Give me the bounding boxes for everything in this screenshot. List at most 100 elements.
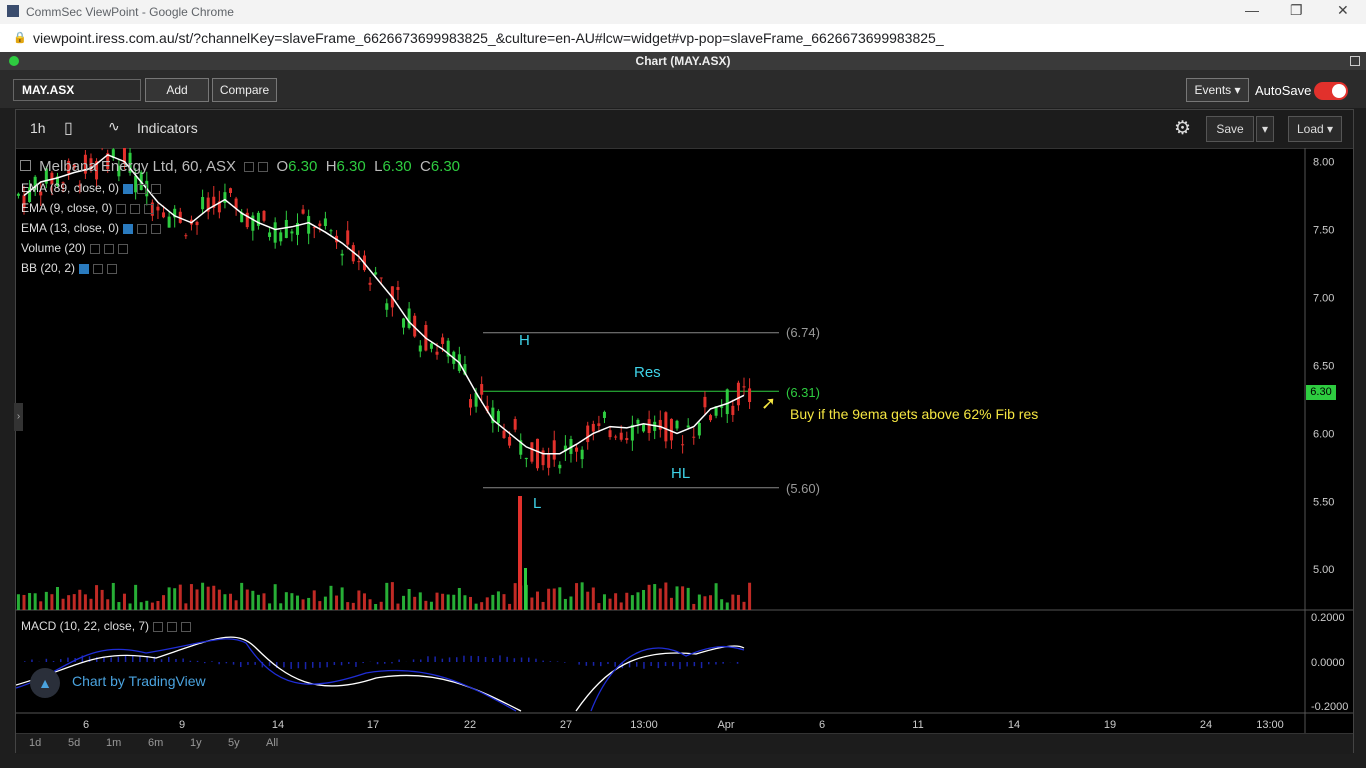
volume-bar bbox=[290, 593, 294, 610]
volume-bar bbox=[480, 602, 484, 610]
candle-body bbox=[502, 430, 506, 438]
volume-bar bbox=[262, 593, 266, 610]
study-ema13[interactable]: EMA (13, close, 0) bbox=[21, 221, 162, 235]
macd-histogram-bar bbox=[578, 662, 580, 665]
volume-bar bbox=[407, 589, 411, 610]
candle-body bbox=[636, 419, 640, 424]
gear-icon[interactable]: ⚙ bbox=[1174, 117, 1191, 140]
eye-icon[interactable] bbox=[79, 263, 90, 274]
settings-icon[interactable] bbox=[258, 162, 269, 173]
close-icon[interactable] bbox=[181, 621, 192, 632]
study-volume[interactable]: Volume (20) bbox=[21, 241, 128, 255]
study-ema9[interactable]: EMA (9, close, 0) bbox=[21, 201, 155, 215]
eye-icon[interactable] bbox=[153, 621, 164, 632]
candle-body bbox=[513, 419, 517, 430]
volume-bar bbox=[379, 601, 383, 610]
macd-histogram-bar bbox=[225, 662, 228, 664]
symbol-input[interactable]: MAY.ASX bbox=[13, 79, 141, 101]
volume-bar bbox=[575, 583, 579, 610]
settings-icon[interactable] bbox=[103, 243, 114, 254]
arrow-icon: ➚ bbox=[761, 393, 777, 413]
study-ema89[interactable]: EMA (89, close, 0) bbox=[21, 181, 162, 195]
volume-bar bbox=[357, 590, 361, 610]
address-bar[interactable]: 🔒 viewpoint.iress.com.au/st/?channelKey=… bbox=[0, 24, 1366, 53]
macd-histogram-bar bbox=[607, 662, 609, 665]
candle-body bbox=[731, 405, 735, 415]
macd-histogram-bar bbox=[412, 659, 415, 662]
study-macd[interactable]: MACD (10, 22, close, 7) bbox=[21, 619, 192, 633]
eye-icon[interactable] bbox=[123, 223, 134, 234]
save-options-chevron-icon[interactable]: ▾ bbox=[1256, 116, 1274, 142]
interval-button[interactable]: 1h bbox=[30, 120, 46, 136]
range-button-1d[interactable]: 1d bbox=[29, 737, 41, 749]
candle-body bbox=[156, 206, 160, 211]
close-icon[interactable] bbox=[107, 263, 118, 274]
minimize-icon[interactable]: — bbox=[1245, 2, 1259, 18]
range-button-5y[interactable]: 5y bbox=[228, 737, 240, 749]
settings-icon[interactable] bbox=[130, 203, 141, 214]
candle-body bbox=[524, 457, 528, 460]
restore-icon[interactable]: ❐ bbox=[1290, 2, 1303, 19]
range-button-6m[interactable]: 6m bbox=[148, 737, 163, 749]
macd-histogram-bar bbox=[715, 662, 717, 665]
range-button-1m[interactable]: 1m bbox=[106, 737, 121, 749]
macd-histogram-bar bbox=[643, 662, 645, 669]
range-button-all[interactable]: All bbox=[266, 737, 278, 749]
last-price-tag: 6.30 bbox=[1306, 385, 1336, 400]
study-label: EMA (89, close, 0) bbox=[21, 181, 120, 195]
events-dropdown[interactable]: Events ▾ bbox=[1186, 78, 1249, 102]
url-text[interactable]: viewpoint.iress.com.au/st/?channelKey=sl… bbox=[33, 30, 944, 46]
volume-bar bbox=[636, 592, 640, 610]
volume-bar bbox=[256, 594, 260, 610]
study-bb[interactable]: BB (20, 2) bbox=[21, 261, 118, 275]
close-icon[interactable] bbox=[151, 183, 162, 194]
autosave-toggle[interactable] bbox=[1314, 82, 1348, 100]
close-icon[interactable] bbox=[151, 223, 162, 234]
indicators-button[interactable]: Indicators bbox=[137, 120, 198, 136]
study-label: MACD (10, 22, close, 7) bbox=[21, 619, 150, 633]
settings-icon[interactable] bbox=[167, 621, 178, 632]
eye-icon[interactable] bbox=[123, 183, 134, 194]
price-chart[interactable]: 8.00 7.50 7.00 6.50 6.00 5.50 5.00 0.2000 0.0000… bbox=[16, 148, 1353, 733]
chart-top-toolbar: 1h ▯ ∿ Indicators ⚙ Save ▾ Load ▾ bbox=[16, 110, 1353, 149]
price-tick-label: 7.00 bbox=[1313, 292, 1334, 304]
eye-icon[interactable] bbox=[116, 203, 127, 214]
settings-icon[interactable] bbox=[137, 183, 148, 194]
macd-histogram-bar bbox=[585, 662, 588, 666]
volume-bar bbox=[145, 600, 149, 610]
candle-body bbox=[530, 442, 534, 462]
close-icon[interactable]: ✕ bbox=[1337, 2, 1349, 19]
legend-collapse-icon[interactable] bbox=[20, 160, 31, 171]
side-panel-toggle[interactable]: › bbox=[14, 403, 23, 431]
close-icon[interactable] bbox=[117, 243, 128, 254]
indicators-icon[interactable]: ∿ bbox=[108, 118, 120, 135]
tradingview-branding[interactable]: Chart by TradingView bbox=[72, 673, 206, 689]
volume-bar bbox=[44, 591, 48, 610]
maximize-widget-icon[interactable] bbox=[1350, 56, 1360, 66]
volume-bar bbox=[245, 589, 249, 610]
save-button[interactable]: Save bbox=[1206, 116, 1254, 142]
volume-bar bbox=[318, 601, 322, 610]
settings-icon[interactable] bbox=[93, 263, 104, 274]
macd-histogram-bar bbox=[189, 660, 192, 662]
add-button[interactable]: Add bbox=[145, 78, 209, 102]
legend-header: Melbana Energy Ltd, 60, ASX O6.30 H6.30 … bbox=[20, 158, 460, 175]
volume-bar bbox=[150, 602, 154, 610]
candle-body bbox=[736, 382, 740, 406]
range-button-1y[interactable]: 1y bbox=[190, 737, 202, 749]
volume-bar bbox=[686, 587, 690, 610]
range-button-5d[interactable]: 5d bbox=[68, 737, 80, 749]
candle-style-icon[interactable]: ▯ bbox=[64, 118, 73, 138]
compare-button[interactable]: Compare bbox=[212, 78, 277, 102]
macd-histogram-bar bbox=[420, 659, 422, 662]
macd-histogram-bar bbox=[304, 662, 307, 670]
tradingview-logo-icon[interactable]: ▲ bbox=[30, 668, 60, 698]
candle-body bbox=[625, 438, 629, 441]
load-button[interactable]: Load ▾ bbox=[1288, 116, 1342, 142]
settings-icon[interactable] bbox=[137, 223, 148, 234]
eye-icon[interactable] bbox=[89, 243, 100, 254]
visibility-icon[interactable] bbox=[244, 162, 255, 173]
time-tick-label: 6 bbox=[83, 719, 89, 731]
volume-bar bbox=[681, 586, 685, 610]
close-icon[interactable] bbox=[144, 203, 155, 214]
